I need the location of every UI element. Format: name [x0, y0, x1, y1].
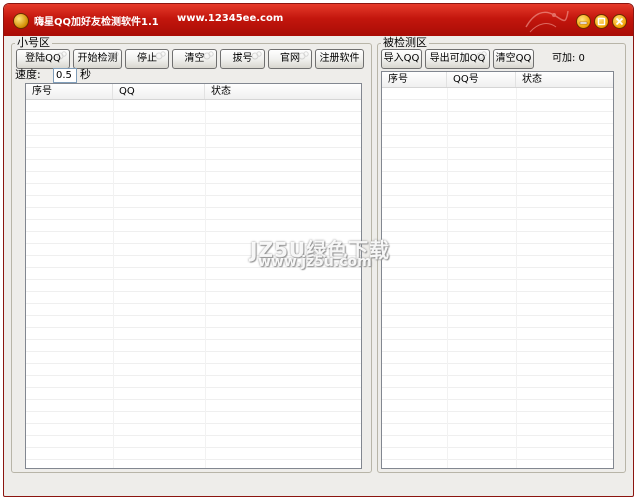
- stop-button[interactable]: 停止: [125, 49, 169, 69]
- speed-label: 速度:: [15, 68, 41, 81]
- close-button[interactable]: [612, 14, 627, 29]
- checked-list[interactable]: 序号 QQ号 状态: [381, 71, 614, 469]
- minimize-icon: [579, 21, 588, 25]
- clear-button[interactable]: 清空: [172, 49, 217, 69]
- restore-icon: [597, 17, 606, 26]
- checked-group-label: 被检测区: [381, 36, 429, 49]
- export-addable-qq-button[interactable]: 导出可加QQ: [425, 49, 490, 69]
- column-header-status[interactable]: 状态: [516, 72, 613, 87]
- column-header-status[interactable]: 状态: [205, 84, 361, 99]
- checked-list-header: 序号 QQ号 状态: [382, 72, 613, 88]
- column-header-qq-number[interactable]: QQ号: [447, 72, 516, 87]
- restore-button[interactable]: [594, 14, 609, 29]
- addable-count: 可加: 0: [552, 53, 585, 64]
- column-divider: [113, 100, 114, 468]
- bubble-icon: [108, 51, 119, 60]
- column-header-qq[interactable]: QQ: [113, 84, 205, 99]
- bubble-icon: [251, 51, 262, 60]
- app-icon: [13, 13, 29, 29]
- window-title-url: www.12345ee.com: [177, 13, 284, 24]
- bubble-icon: [56, 51, 67, 60]
- checked-list-body: [382, 88, 613, 468]
- bubble-icon: [155, 51, 166, 60]
- main-window: 嗨星QQ加好友检测软件1.1 www.12345ee.com 小号区 登陆QQ: [3, 3, 634, 497]
- column-divider: [516, 88, 517, 468]
- bubble-icon: [203, 51, 214, 60]
- clear-qq-button[interactable]: 清空QQ: [493, 49, 534, 69]
- import-qq-button[interactable]: 导入QQ: [381, 49, 422, 69]
- column-divider: [205, 100, 206, 468]
- dial-button[interactable]: 拔号: [220, 49, 265, 69]
- flourish-icon: [525, 10, 569, 33]
- small-account-list-header: 序号 QQ 状态: [26, 84, 361, 100]
- small-account-list-body: [26, 100, 361, 468]
- start-check-button[interactable]: 开始检测: [73, 49, 122, 69]
- title-bar[interactable]: 嗨星QQ加好友检测软件1.1 www.12345ee.com: [4, 4, 633, 36]
- column-divider: [447, 88, 448, 468]
- speed-unit: 秒: [80, 68, 91, 81]
- small-account-list[interactable]: 序号 QQ 状态: [25, 83, 362, 469]
- speed-input[interactable]: [53, 68, 77, 83]
- register-software-button[interactable]: 注册软件: [315, 49, 364, 69]
- column-header-index[interactable]: 序号: [382, 72, 447, 87]
- bubble-icon: [298, 51, 309, 60]
- close-icon: [615, 17, 624, 26]
- bubble-icon: [476, 51, 487, 60]
- window-title: 嗨星QQ加好友检测软件1.1: [34, 17, 159, 28]
- column-header-index[interactable]: 序号: [26, 84, 113, 99]
- small-account-group-label: 小号区: [15, 36, 52, 49]
- login-qq-button[interactable]: 登陆QQ: [16, 49, 70, 69]
- official-site-button[interactable]: 官网: [268, 49, 312, 69]
- minimize-button[interactable]: [576, 14, 591, 29]
